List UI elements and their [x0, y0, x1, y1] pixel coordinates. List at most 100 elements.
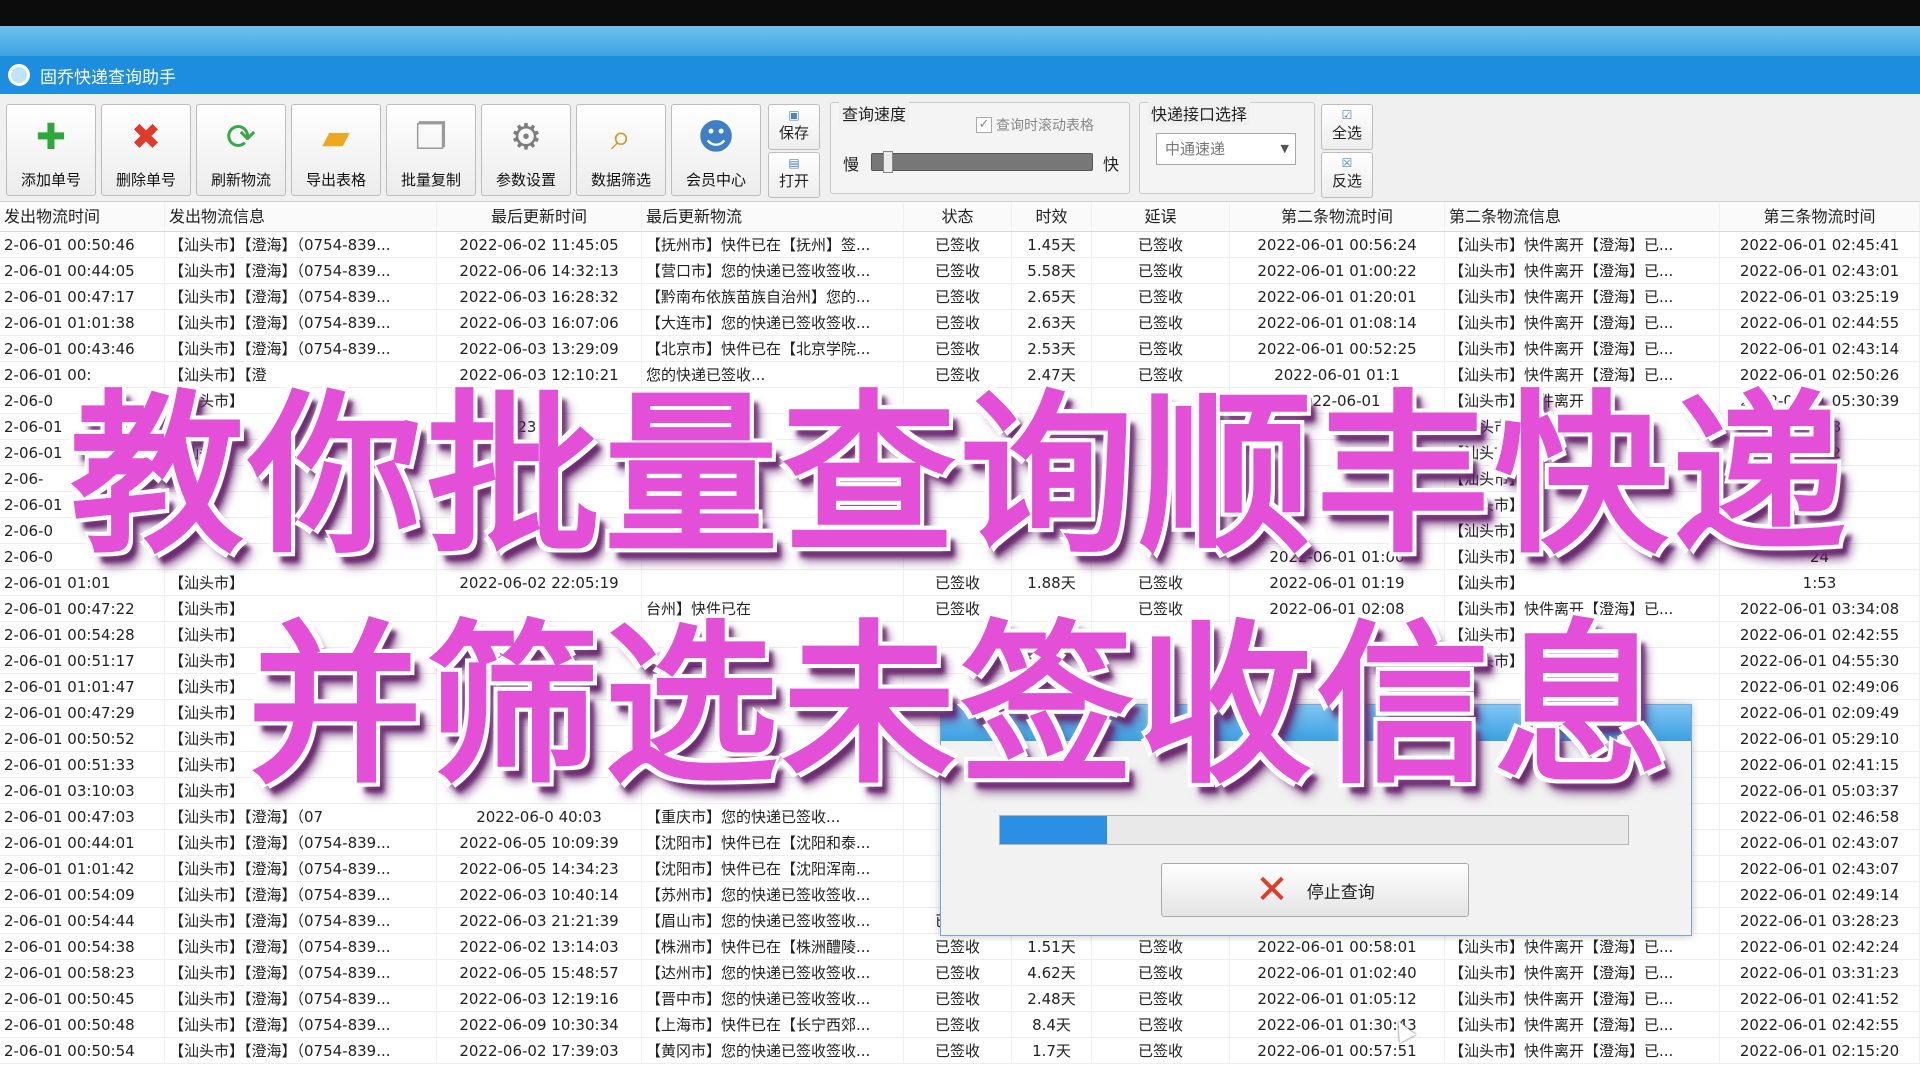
table-cell: 2022-06-01 02:45:41	[1720, 232, 1920, 257]
table-cell: 2022-06-03 10:40:14	[437, 882, 642, 907]
chevron-down-icon: ▼	[1280, 142, 1289, 155]
column-header[interactable]: 第二条物流时间	[1230, 202, 1445, 231]
batch-copy-button[interactable]: ❐ 批量复制	[386, 104, 476, 196]
query-progress-fill	[1000, 816, 1107, 844]
table-cell: 2022-06-05 14:34:23	[437, 856, 642, 881]
save-button[interactable]: ▣ 保存	[768, 104, 820, 150]
table-row[interactable]: 2-06-01 01:01:38 【汕头市】【澄海】（0754-839... 202…	[0, 310, 1920, 336]
table-cell: 2022-06-01 02:15:20	[1720, 1038, 1920, 1063]
table-row[interactable]: 2-06-01 00:50:46 【汕头市】【澄海】（0754-839... 202…	[0, 232, 1920, 258]
table-cell: 已签收	[1092, 934, 1230, 959]
table-cell: 1.45天	[1012, 232, 1092, 257]
table-cell: 已签收	[1092, 1012, 1230, 1037]
table-cell: 2022-06-01 01:05:12	[1230, 986, 1445, 1011]
table-row[interactable]: 2-06-01 00:43:46 【汕头市】【澄海】（0754-839... 202…	[0, 336, 1920, 362]
table-cell: 【汕头市】【澄海】（0754-839...	[165, 856, 437, 881]
table-cell: 【汕头市】【澄海】（0754-839...	[165, 882, 437, 907]
invert-icon: ☒	[1341, 156, 1353, 170]
table-row[interactable]: 2-06-01 00:50:45 【汕头市】【澄海】（0754-839... 202…	[0, 986, 1920, 1012]
speed-slider[interactable]	[871, 151, 1093, 173]
table-cell: 2.65天	[1012, 284, 1092, 309]
table-cell: 【汕头市】快件离开【澄海】已...	[1445, 986, 1720, 1011]
table-cell: 【汕头市】快件离开【澄海】已...	[1445, 960, 1720, 985]
column-header[interactable]: 状态	[904, 202, 1012, 231]
table-cell: 2022-06-03 12:19:16	[437, 986, 642, 1011]
data-filter-button[interactable]: ⌕ 数据筛选	[576, 104, 666, 196]
column-header[interactable]: 时效	[1012, 202, 1092, 231]
table-cell: 2022-06-06 14:32:13	[437, 258, 642, 283]
refresh-icon: ⟳	[225, 117, 257, 158]
table-cell: 2-06-01 00:50:48	[0, 1012, 165, 1037]
invert-selection-button[interactable]: ☒ 反选	[1321, 152, 1373, 198]
table-cell: 【苏州市】您的快递已签收签收...	[642, 882, 904, 907]
table-cell: 2022-06-02 17:39:03	[437, 1038, 642, 1063]
table-cell: 已签收	[1092, 1038, 1230, 1063]
folder-icon: ▰	[322, 117, 350, 158]
table-cell: 已签收	[904, 336, 1012, 361]
select-all-button[interactable]: ☑ 全选	[1321, 104, 1373, 150]
table-cell: 2022-06-05 10:09:39	[437, 830, 642, 855]
table-cell: 2022-06-01 01:20:01	[1230, 284, 1445, 309]
column-header[interactable]: 发出物流信息	[165, 202, 437, 231]
table-cell: 【汕头市】【澄海】（0754-839...	[165, 934, 437, 959]
table-cell: 【眉山市】您的快递已签收签收...	[642, 908, 904, 933]
stop-query-button[interactable]: ✕ 停止查询	[1161, 863, 1469, 917]
column-header[interactable]: 第二条物流信息	[1445, 202, 1720, 231]
column-header[interactable]: 发出物流时间	[0, 202, 165, 231]
interface-select-title: 快递接口选择	[1148, 101, 1251, 125]
table-cell: 【黄冈市】您的快递已签收签收...	[642, 1038, 904, 1063]
table-cell: 1.7天	[1012, 1038, 1092, 1063]
column-header[interactable]: 最后更新时间	[437, 202, 642, 231]
table-cell: 已签收	[1092, 232, 1230, 257]
speed-slider-thumb[interactable]	[882, 151, 893, 173]
table-cell: 2-06-01 00:54:09	[0, 882, 165, 907]
table-cell: 2022-06-03 16:07:06	[437, 310, 642, 335]
table-cell: 2022-06-02 11:45:05	[437, 232, 642, 257]
table-cell: 【汕头市】【澄海】（0754-839...	[165, 1012, 437, 1037]
table-cell: 2022-06-01 03:25:19	[1720, 284, 1920, 309]
column-header[interactable]: 最后更新物流	[642, 202, 904, 231]
table-row[interactable]: 2-06-01 00:50:54 【汕头市】【澄海】（0754-839... 202…	[0, 1038, 1920, 1064]
table-row[interactable]: 2-06-01 00:54:38 【汕头市】【澄海】（0754-839... 202…	[0, 934, 1920, 960]
table-cell: 【汕头市】【澄海】（0754-839...	[165, 1038, 437, 1063]
table-cell: 2022-06-01 01:08:14	[1230, 310, 1445, 335]
autoscroll-checkbox[interactable]: ✓ 查询时滚动表格	[976, 115, 1094, 135]
table-cell: 2022-06-01 01:02:40	[1230, 960, 1445, 985]
query-speed-group: 查询速度 ✓ 查询时滚动表格 慢 快	[830, 101, 1130, 194]
table-cell: 【营口市】您的快递已签收签收...	[642, 258, 904, 283]
table-cell: 2022-06-01 03:28:23	[1720, 908, 1920, 933]
export-table-button[interactable]: ▰ 导出表格	[291, 104, 381, 196]
interface-select[interactable]: 中通速递 ▼	[1156, 133, 1296, 165]
table-row[interactable]: 2-06-01 00:47:17 【汕头市】【澄海】（0754-839... 202…	[0, 284, 1920, 310]
table-row[interactable]: 2-06-01 00:50:48 【汕头市】【澄海】（0754-839... 202…	[0, 1012, 1920, 1038]
table-cell: 2-06-01 00:50:45	[0, 986, 165, 1011]
table-cell: 2022-06-01 02:42:55	[1720, 1012, 1920, 1037]
column-header[interactable]: 延误	[1092, 202, 1230, 231]
delete-number-button[interactable]: ✖ 删除单号	[101, 104, 191, 196]
open-icon: ▤	[788, 156, 800, 170]
table-cell: 2-06-01 00:43:46	[0, 336, 165, 361]
table-cell: 已签收	[904, 986, 1012, 1011]
refresh-logistics-button[interactable]: ⟳ 刷新物流	[196, 104, 286, 196]
table-cell: 2022-06-01 02:49:14	[1720, 882, 1920, 907]
open-button[interactable]: ▤ 打开	[768, 152, 820, 198]
query-progress-bar	[999, 815, 1629, 845]
table-row[interactable]: 2-06-01 00:44:05 【汕头市】【澄海】（0754-839... 202…	[0, 258, 1920, 284]
table-cell: 2022-06-01 00:58:01	[1230, 934, 1445, 959]
table-cell: 2-06-01 00:47:03	[0, 804, 165, 829]
table-row[interactable]: 2-06-01 00:58:23 【汕头市】【澄海】（0754-839... 202…	[0, 960, 1920, 986]
table-cell: 2-06-01 00:44:01	[0, 830, 165, 855]
column-header[interactable]: 第三条物流时间	[1720, 202, 1920, 231]
table-cell: 已签收	[904, 310, 1012, 335]
table-cell: 【汕头市】【澄海】（0754-839...	[165, 960, 437, 985]
speed-slow-label: 慢	[843, 155, 860, 174]
table-cell: 2.63天	[1012, 310, 1092, 335]
member-center-button[interactable]: ☻ 会员中心	[671, 104, 761, 196]
table-cell: 【汕头市】快件离开【澄海】已...	[1445, 258, 1720, 283]
select-all-icon: ☑	[1341, 108, 1353, 122]
table-cell: 【汕头市】快件离开【澄海】已...	[1445, 1012, 1720, 1037]
users-icon: ☻	[697, 117, 735, 158]
add-number-button[interactable]: ✚ 添加单号	[6, 104, 96, 196]
settings-button[interactable]: ⚙ 参数设置	[481, 104, 571, 196]
gear-icon: ⚙	[509, 117, 543, 158]
